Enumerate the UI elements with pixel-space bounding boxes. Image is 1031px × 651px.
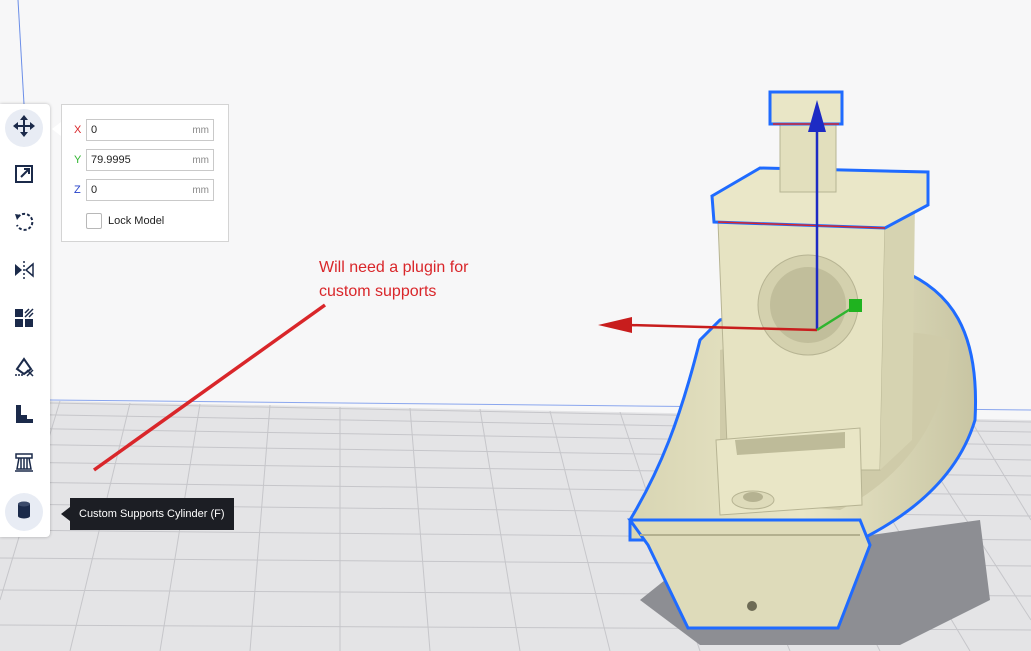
y-position-value: 79.9995	[91, 154, 131, 166]
z-unit: mm	[192, 184, 209, 196]
lock-model-row[interactable]: Lock Model	[86, 213, 164, 229]
y-unit: mm	[192, 154, 209, 166]
lock-model-checkbox[interactable]	[86, 213, 102, 229]
x-axis-label: X	[74, 124, 82, 136]
x-position-value: 0	[91, 124, 98, 136]
y-axis-handle[interactable]	[849, 299, 862, 312]
scale-icon	[13, 163, 35, 190]
tower-support-icon	[13, 451, 35, 478]
stairs-support-icon	[13, 403, 35, 430]
z-position-value: 0	[91, 184, 98, 196]
support-blocker-icon	[13, 355, 35, 382]
y-position-field[interactable]: 79.9995 mm	[86, 149, 214, 171]
x-unit: mm	[192, 124, 209, 136]
z-position-field[interactable]: 0 mm	[86, 179, 214, 201]
rotate-icon	[13, 211, 35, 238]
rotate-tool-button[interactable]	[5, 205, 43, 243]
lock-model-label: Lock Model	[108, 215, 165, 227]
mirror-icon	[13, 259, 35, 286]
left-toolbar	[0, 104, 50, 537]
move-panel-pointer	[52, 122, 61, 136]
annotation-text: Will need a plugin for custom supports	[319, 256, 519, 304]
custom-supports-cylinder-tool-button[interactable]	[5, 493, 43, 531]
custom-supports-tool-button[interactable]	[5, 397, 43, 435]
scale-tool-button[interactable]	[5, 157, 43, 195]
move-tool-button[interactable]	[5, 109, 43, 147]
support-tower-tool-button[interactable]	[5, 445, 43, 483]
support-blocker-tool-button[interactable]	[5, 349, 43, 387]
annotation-line-1: Will need a plugin for	[319, 259, 469, 276]
y-axis-label: Y	[74, 154, 82, 166]
mirror-tool-button[interactable]	[5, 253, 43, 291]
per-model-settings-icon	[13, 307, 35, 334]
per-model-settings-tool-button[interactable]	[5, 301, 43, 339]
z-axis-label: Z	[74, 184, 81, 196]
tooltip-pointer	[61, 507, 70, 521]
annotation-line-2: custom supports	[319, 283, 437, 300]
3d-viewport[interactable]	[0, 0, 1031, 651]
move-icon	[13, 114, 35, 142]
tool-tooltip: Custom Supports Cylinder (F)	[70, 498, 234, 530]
move-tool-panel: X 0 mm Y 79.9995 mm Z 0 mm Lock Model	[61, 104, 229, 242]
x-position-field[interactable]: 0 mm	[86, 119, 214, 141]
cylinder-icon	[13, 499, 35, 526]
